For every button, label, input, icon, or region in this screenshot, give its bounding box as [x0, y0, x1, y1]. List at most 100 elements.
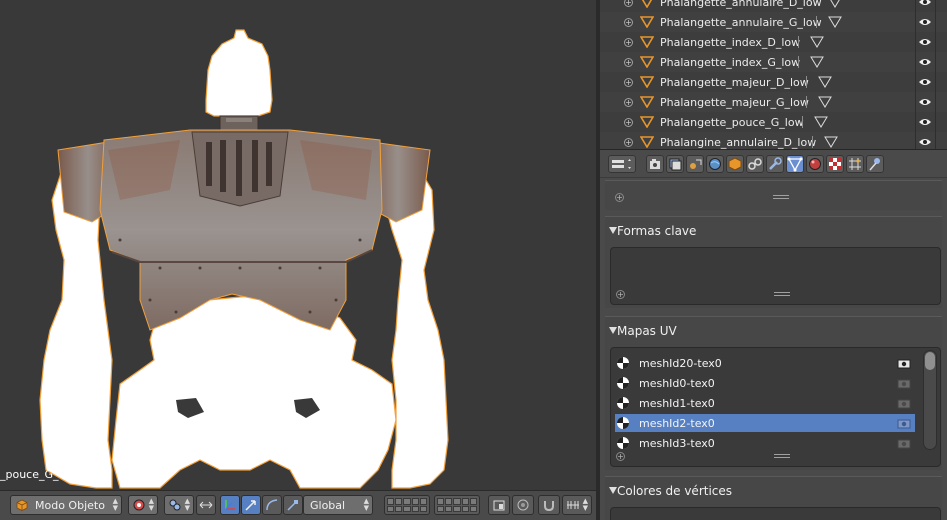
uv-map-item[interactable]: meshId20-tex0 — [615, 354, 915, 372]
tab-texture[interactable] — [826, 155, 844, 173]
expand-icon[interactable]: + — [624, 117, 633, 127]
scale-icon — [286, 498, 300, 512]
tab-world[interactable] — [706, 155, 724, 173]
outliner-column-divider — [935, 0, 936, 149]
panel-collapse-icon[interactable] — [609, 327, 617, 334]
panel-collapse-icon[interactable] — [609, 487, 617, 494]
panel-uv-maps-title[interactable]: Mapas UV — [617, 324, 677, 338]
mode-select[interactable]: Modo Objeto ▲ ▼ — [10, 495, 122, 515]
outliner-row[interactable]: + Phalangette_index_D_low — [600, 32, 947, 52]
mesh-object-icon — [640, 96, 654, 108]
tab-scene[interactable] — [686, 155, 704, 173]
viewport-shading-select[interactable]: ▲ ▼ — [128, 495, 158, 515]
mesh-data-icon — [828, 16, 842, 28]
expand-icon[interactable]: + — [624, 37, 633, 47]
outliner-row[interactable]: + Phalangette_majeur_G_low — [600, 92, 947, 112]
layers-group-1[interactable] — [384, 495, 430, 515]
outliner-row[interactable]: + Phalangette_annulaire_G_low — [600, 12, 947, 32]
uv-map-item[interactable]: meshId1-tex0 — [615, 394, 915, 412]
updown-icon: ▲ ▼ — [112, 497, 118, 512]
tab-physics[interactable] — [866, 155, 884, 173]
eye-icon[interactable] — [918, 0, 932, 7]
lock-camera-button[interactable] — [488, 495, 510, 515]
mesh-object-icon — [640, 76, 654, 88]
pivot-point-select[interactable]: ▲ ▼ — [164, 495, 194, 515]
proportional-circle-icon — [516, 498, 530, 512]
panel-shape-keys-title[interactable]: Formas clave — [617, 224, 696, 238]
outliner-item-name: Phalangine_annulaire_D_low — [660, 135, 817, 149]
tab-render-layers[interactable] — [666, 155, 684, 173]
proportional-edit-button[interactable] — [512, 495, 534, 515]
panel-vertex-colors-title[interactable]: Colores de vértices — [617, 484, 732, 498]
add-icon[interactable]: + — [615, 193, 624, 202]
outliner-row[interactable]: + Phalangette_annulaire_D_low — [600, 0, 947, 12]
eye-icon[interactable] — [918, 37, 932, 47]
checker-icon — [829, 158, 841, 170]
manipulator-toggle-button[interactable] — [220, 495, 240, 515]
render-camera-icon[interactable] — [897, 378, 911, 389]
uv-map-item[interactable]: meshId0-tex0 — [615, 374, 915, 392]
transform-orientation-select[interactable]: Global ▲ ▼ — [303, 495, 373, 515]
expand-icon[interactable]: + — [624, 57, 633, 67]
tab-modifiers[interactable] — [766, 155, 784, 173]
shape-keys-list[interactable]: + — [610, 247, 941, 305]
uv-map-name: meshId2-tex0 — [639, 416, 715, 430]
eye-icon[interactable] — [918, 57, 932, 67]
expand-icon[interactable]: + — [624, 77, 633, 87]
tab-particles[interactable] — [846, 155, 864, 173]
render-camera-icon[interactable] — [897, 438, 911, 449]
vertex-colors-list[interactable] — [610, 507, 941, 520]
expand-icon[interactable]: + — [624, 97, 633, 107]
updown-icon: ▲ ▼ — [363, 497, 369, 512]
tab-material[interactable] — [806, 155, 824, 173]
layers-group-2[interactable] — [434, 495, 480, 515]
translate-manipulator-button[interactable] — [241, 495, 261, 515]
3d-viewport[interactable]: _pouce_G_ — [0, 0, 596, 490]
scrollbar-thumb[interactable] — [925, 352, 935, 370]
expand-icon[interactable]: + — [624, 17, 633, 27]
outliner[interactable]: + Phalangette_annulaire_D_low + Phalange… — [600, 0, 947, 150]
eye-icon[interactable] — [918, 97, 932, 107]
uv-list-scrollbar[interactable] — [923, 350, 937, 450]
properties-editor[interactable]: + Formas clave + Mapas UV meshId20-tex0 … — [600, 150, 947, 520]
outliner-row[interactable]: + Phalangette_index_G_low — [600, 52, 947, 72]
expand-icon[interactable]: + — [624, 0, 633, 7]
uv-maps-list[interactable]: meshId20-tex0 meshId0-tex0 meshId1-tex0 … — [610, 347, 941, 467]
eye-icon[interactable] — [918, 137, 932, 147]
eye-icon[interactable] — [918, 17, 932, 27]
snap-toggle-button[interactable] — [538, 495, 560, 515]
outliner-item-name: Phalangette_annulaire_D_low — [660, 0, 822, 9]
uv-checker-icon — [617, 417, 629, 429]
updown-icon: ▲ ▼ — [148, 497, 154, 512]
tab-constraints[interactable] — [746, 155, 764, 173]
editor-type-select[interactable] — [608, 155, 636, 173]
scale-manipulator-button[interactable] — [283, 495, 303, 515]
add-icon[interactable]: + — [616, 290, 625, 299]
uv-map-item-selected[interactable]: meshId2-tex0 — [615, 414, 915, 432]
outliner-row[interactable]: + Phalangette_pouce_G_low — [600, 112, 947, 132]
render-camera-icon[interactable] — [897, 358, 911, 369]
mesh-data-icon — [814, 116, 828, 128]
uv-map-item[interactable]: meshId3-tex0 — [615, 434, 915, 452]
expand-icon[interactable]: + — [624, 137, 633, 147]
manipulate-center-button[interactable] — [196, 495, 216, 515]
outliner-row[interactable]: + Phalangine_annulaire_D_low — [600, 132, 947, 149]
render-camera-icon[interactable] — [897, 398, 911, 409]
outliner-row[interactable]: + Phalangette_majeur_D_low — [600, 72, 947, 92]
rotate-manipulator-button[interactable] — [262, 495, 282, 515]
resize-grip-icon[interactable] — [774, 292, 790, 296]
eye-icon[interactable] — [918, 77, 932, 87]
snap-element-select[interactable]: ▲ ▼ — [562, 495, 592, 515]
eye-icon[interactable] — [918, 117, 932, 127]
panel-collapse-icon[interactable] — [609, 227, 617, 234]
add-icon[interactable]: + — [616, 452, 625, 461]
render-camera-icon[interactable] — [897, 418, 911, 429]
resize-grip-icon[interactable] — [774, 454, 790, 458]
tab-object[interactable] — [726, 155, 744, 173]
resize-grip-icon[interactable] — [773, 195, 789, 199]
mesh-object-icon — [640, 16, 654, 28]
tab-data[interactable] — [786, 155, 804, 173]
viewport-object-label: _pouce_G_ — [0, 468, 59, 481]
properties-tabs — [600, 150, 947, 178]
tab-render[interactable] — [646, 155, 664, 173]
